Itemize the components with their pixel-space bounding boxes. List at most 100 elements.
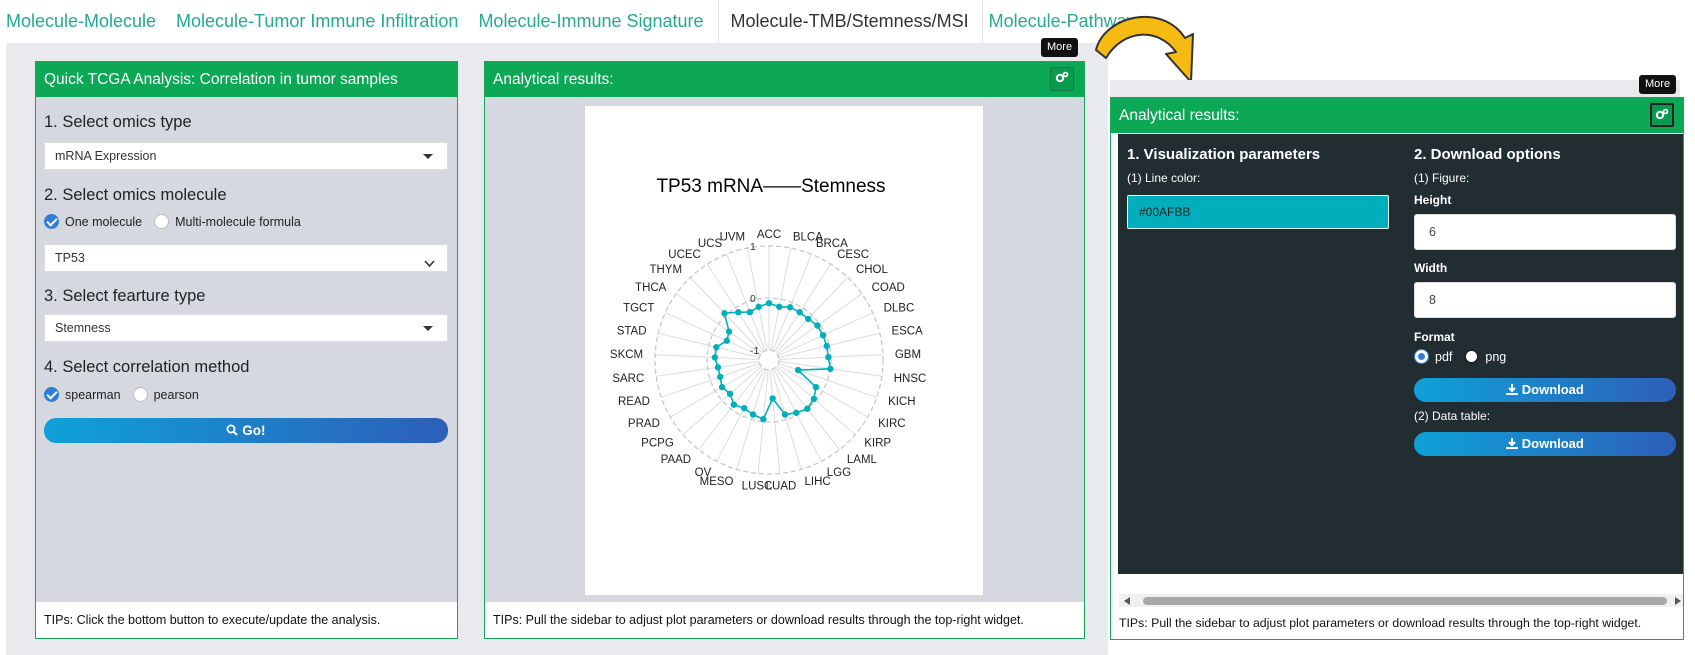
data-point [765,300,773,307]
one-molecule-radio[interactable] [44,214,59,229]
category-label: SKCM [610,349,643,361]
data-point [711,354,719,361]
format-radios: pdf png [1414,349,1506,364]
category-label: ACC [757,229,781,241]
data-point [730,401,738,408]
caret-down-icon [423,326,433,331]
settings-title: Analytical results: [1111,98,1683,133]
radar-chart: TP53 mRNA——Stemness-101ACC BLCABRCACESCCH… [610,176,926,492]
category-label: UVM [720,231,746,243]
more-tooltip: More [1041,38,1079,57]
download-table-button[interactable]: Download [1414,432,1676,456]
data-table-label: (2) Data table: [1414,409,1491,423]
data-point [796,309,803,316]
data-point [776,303,783,310]
data-point [812,383,820,391]
chart-title: TP53 mRNA——Stemness [656,176,885,197]
data-point [726,390,734,397]
data-point [749,411,757,418]
feature-type-label: 3. Select fearture type [44,287,206,305]
tab-molecule-molecule[interactable]: Molecule-Molecule [0,0,170,43]
grid-spoke [665,312,761,357]
background-strip [1110,80,1680,98]
chevron-down-icon [424,251,435,277]
data-point [723,337,730,344]
data-point [755,303,762,310]
ring-label: -1 [750,345,759,357]
data-point [814,322,821,329]
png-label: png [1485,349,1507,364]
results-title: Analytical results: [485,62,1084,97]
category-label: OV [695,467,712,479]
multi-molecule-radio[interactable] [154,214,170,229]
omics-type-select[interactable]: mRNA Expression [44,142,448,170]
scrollbar-thumb[interactable] [1143,597,1667,605]
pdf-radio[interactable] [1414,349,1429,364]
format-label: Format [1414,330,1455,344]
data-point [793,409,800,416]
category-label: UCEC [668,249,701,261]
tab-molecule-tmb-stemness-msi[interactable]: Molecule-TMB/Stemness/MSI [717,0,983,43]
category-label: LUSC [742,480,773,492]
spearman-label: spearman [65,387,121,402]
data-point [721,310,728,317]
feature-type-select[interactable]: Stemness [44,314,448,342]
spearman-radio[interactable] [44,387,59,402]
width-input[interactable]: 8 [1414,282,1676,318]
scroll-right-icon[interactable] [1675,597,1681,605]
tab-molecule-immune-signature[interactable]: Molecule-Immune Signature [472,0,717,43]
molecule-select[interactable]: TP53 [44,244,448,272]
gear-icon[interactable] [1650,103,1674,127]
multi-molecule-label: Multi-molecule formula [175,214,301,229]
data-point [760,415,767,423]
data-point [804,315,812,323]
one-molecule-label: One molecule [65,214,143,229]
download-icon [1506,384,1519,395]
png-radio[interactable] [1464,349,1480,364]
tab-molecule-tumor-immune-infiltration[interactable]: Molecule-Tumor Immune Infiltration [170,0,472,43]
data-point [746,308,754,316]
data-point [769,395,776,402]
pdf-label: pdf [1435,349,1453,364]
category-label: LIHC [804,476,830,488]
category-label: GBM [895,349,921,361]
scroll-left-icon[interactable] [1124,597,1130,605]
data-point [735,309,742,316]
data-point [717,373,724,381]
molecule-value: TP53 [55,251,85,265]
line-color-input[interactable]: #00AFBB [1127,195,1389,229]
results-panel: Analytical results: TP53 mRNA——Stemness -… [484,61,1085,639]
category-label: KICH [888,396,915,408]
category-label: TGCT [623,303,654,315]
data-point [823,342,830,350]
category-label: THYM [649,264,682,276]
ring-label: 1 [750,241,756,253]
data-point [827,365,834,373]
pearson-radio[interactable] [132,387,148,402]
omics-type-label: 1. Select omics type [44,113,192,131]
line-color-label: (1) Line color: [1127,171,1201,185]
horizontal-scrollbar[interactable] [1119,594,1683,608]
sidebar-title: Quick TCGA Analysis: Correlation in tumo… [36,62,457,97]
height-input[interactable]: 6 [1414,214,1676,250]
viz-heading: 1. Visualization parameters [1127,146,1321,163]
settings-title-text: Analytical results: [1119,107,1240,124]
pearson-label: pearson [153,387,199,402]
category-label: PCPG [641,438,674,450]
download-table-label: Download [1521,436,1584,451]
molecule-label: 2. Select omics molecule [44,186,227,204]
grid-spoke [770,247,792,351]
settings-body: 1. Visualization parameters (1) Line col… [1118,134,1683,574]
category-label: DLBC [884,303,915,315]
search-icon [226,424,239,436]
go-button[interactable]: Go! [44,418,448,443]
gear-icon[interactable] [1050,67,1074,91]
grid-spoke [716,368,765,462]
data-point [825,353,832,361]
data-point [819,332,827,339]
width-label: Width [1414,261,1448,275]
data-point [713,344,720,351]
download-figure-button[interactable]: Download [1414,378,1676,402]
download-heading: 2. Download options [1414,146,1561,163]
download-figure-label: Download [1521,382,1584,397]
